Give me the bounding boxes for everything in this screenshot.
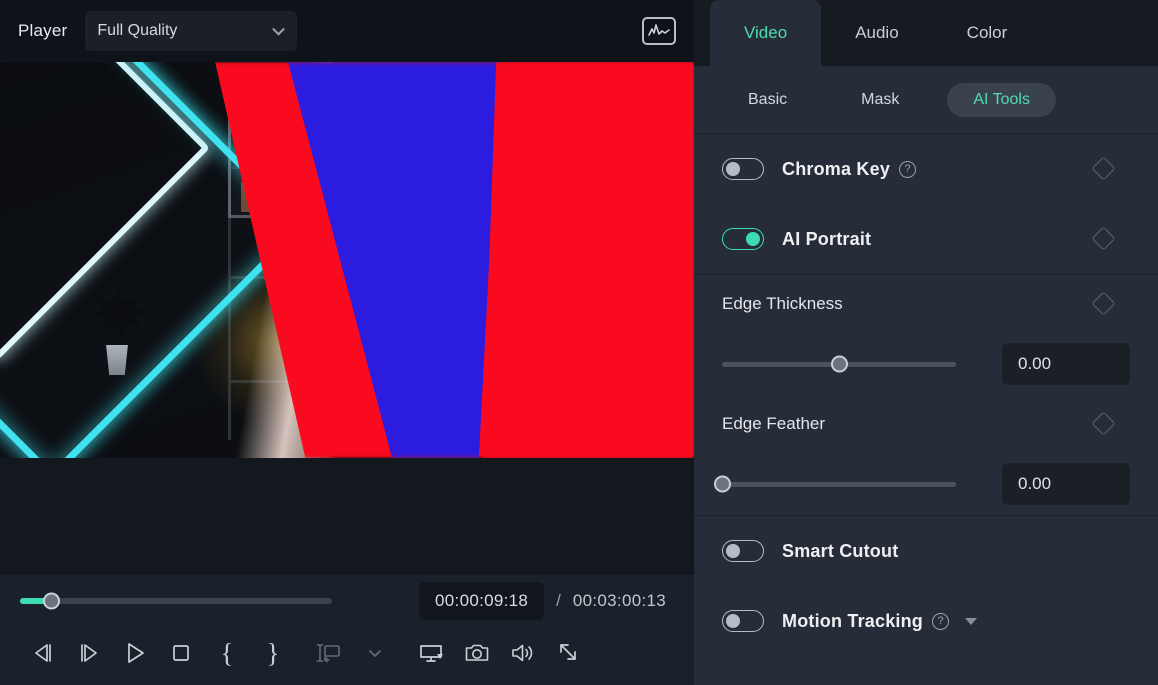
tab-ai-tools[interactable]: AI Tools — [947, 82, 1056, 117]
section-ai-portrait-params: Edge Thickness 0.00 Edge Feather 0.00 — [694, 275, 1158, 516]
motion-tracking-label: Motion Tracking — [782, 610, 924, 631]
slider-edge-thickness-head: Edge Thickness — [722, 275, 1130, 333]
toggle-knob — [726, 614, 740, 628]
playback-controls: { } — [20, 627, 674, 679]
volume-button[interactable] — [500, 633, 546, 673]
fullscreen-button[interactable] — [546, 633, 592, 673]
seek-row: 00:00:09:18 / 00:03:00:13 — [20, 575, 674, 627]
keyframe-diamond-icon[interactable] — [1091, 156, 1116, 181]
brace-open-icon: { — [220, 637, 234, 668]
edge-thickness-value[interactable]: 0.00 — [1002, 343, 1130, 385]
chevron-down-icon[interactable] — [965, 617, 978, 625]
sub-tabs: Basic Mask AI Tools — [694, 66, 1158, 134]
video-preview-frame — [0, 62, 694, 458]
smart-cutout-label: Smart Cutout — [782, 540, 899, 561]
edge-feather-label: Edge Feather — [722, 414, 826, 433]
keyframe-diamond-icon[interactable] — [1091, 411, 1116, 436]
edge-thickness-slider[interactable] — [722, 355, 956, 373]
app-root: Player Full Quality 00:00:09:18 / 00:03:… — [0, 0, 1158, 685]
snapshot-button[interactable] — [454, 633, 500, 673]
waveform-scope-icon[interactable] — [642, 16, 676, 45]
mark-in-button[interactable]: { — [204, 633, 250, 673]
mark-out-button[interactable]: } — [250, 633, 296, 673]
help-icon[interactable]: ? — [899, 160, 917, 178]
tab-audio[interactable]: Audio — [821, 0, 932, 66]
slider-edge-thickness-body: 0.00 — [722, 333, 1130, 395]
seek-slider[interactable] — [20, 592, 332, 610]
tab-mask-label: Mask — [861, 90, 900, 108]
timecode-group: 00:00:09:18 / 00:03:00:13 — [419, 582, 674, 620]
motion-tracking-toggle[interactable] — [722, 610, 764, 632]
next-frame-button[interactable] — [66, 633, 112, 673]
ai-portrait-label: AI Portrait — [782, 228, 872, 249]
row-ai-portrait: AI Portrait — [694, 204, 1158, 274]
edge-thickness-handle[interactable] — [831, 355, 848, 373]
current-timecode[interactable]: 00:00:09:18 — [419, 582, 545, 620]
toggle-knob — [726, 544, 740, 558]
properties-panel: Video Audio Color Basic Mask AI Tools Ch… — [694, 0, 1158, 685]
tab-video[interactable]: Video — [710, 0, 822, 66]
tab-video-label: Video — [744, 23, 788, 42]
slider-edge-feather-body: 0.00 — [714, 453, 1130, 515]
row-smart-cutout: Smart Cutout — [694, 516, 1158, 586]
section-effect-toggles: Chroma Key ? AI Portrait — [694, 134, 1158, 275]
help-icon[interactable]: ? — [932, 612, 950, 630]
edge-thickness-label: Edge Thickness — [722, 294, 843, 313]
player-pane: Player Full Quality 00:00:09:18 / 00:03:… — [0, 0, 694, 685]
slider-edge-feather-head: Edge Feather — [722, 395, 1130, 453]
keyframe-diamond-icon[interactable] — [1091, 291, 1116, 316]
main-tabs: Video Audio Color — [694, 0, 1158, 66]
row-chroma-key: Chroma Key ? — [694, 134, 1158, 204]
tab-color[interactable]: Color — [933, 0, 1042, 66]
video-preview-area[interactable] — [0, 62, 694, 575]
tab-color-label: Color — [966, 23, 1008, 42]
seek-playhead[interactable] — [43, 592, 61, 610]
toggle-knob — [746, 232, 760, 246]
insert-to-timeline-button[interactable] — [306, 633, 352, 673]
chroma-key-toggle[interactable] — [722, 158, 764, 180]
edge-feather-slider[interactable] — [714, 475, 956, 493]
tab-ai-tools-label: AI Tools — [973, 90, 1030, 108]
total-duration: 00:03:00:13 — [572, 591, 666, 610]
ai-portrait-toggle[interactable] — [722, 228, 764, 250]
edge-feather-handle[interactable] — [714, 475, 731, 493]
stop-button[interactable] — [158, 633, 204, 673]
edge-feather-value[interactable]: 0.00 — [1002, 463, 1130, 505]
quality-select-value: Full Quality — [97, 21, 178, 39]
timecode-separator: / — [556, 591, 561, 610]
insert-options-button[interactable] — [352, 633, 398, 673]
tab-basic[interactable]: Basic — [722, 83, 813, 117]
quality-select[interactable]: Full Quality — [85, 10, 298, 51]
previous-frame-button[interactable] — [20, 633, 66, 673]
row-motion-tracking: Motion Tracking ? — [694, 586, 1158, 656]
slider-edge-feather: Edge Feather 0.00 — [694, 395, 1158, 515]
player-title: Player — [18, 20, 68, 40]
chroma-key-label: Chroma Key — [782, 158, 891, 179]
play-button[interactable] — [112, 633, 158, 673]
section-more-tools: Smart Cutout Motion Tracking ? — [694, 516, 1158, 656]
smart-cutout-toggle[interactable] — [722, 540, 764, 562]
player-toolbar: Player Full Quality — [0, 0, 694, 62]
brace-close-icon: } — [266, 637, 280, 668]
tab-basic-label: Basic — [748, 90, 788, 108]
toggle-knob — [726, 162, 740, 176]
display-mode-button[interactable] — [408, 633, 454, 673]
chevron-down-icon — [272, 22, 286, 36]
keyframe-diamond-icon[interactable] — [1091, 226, 1116, 251]
transport-bar: 00:00:09:18 / 00:03:00:13 {} — [0, 575, 694, 685]
slider-edge-thickness: Edge Thickness 0.00 — [694, 275, 1158, 395]
tab-audio-label: Audio — [855, 23, 899, 42]
tab-mask[interactable]: Mask — [835, 83, 925, 117]
